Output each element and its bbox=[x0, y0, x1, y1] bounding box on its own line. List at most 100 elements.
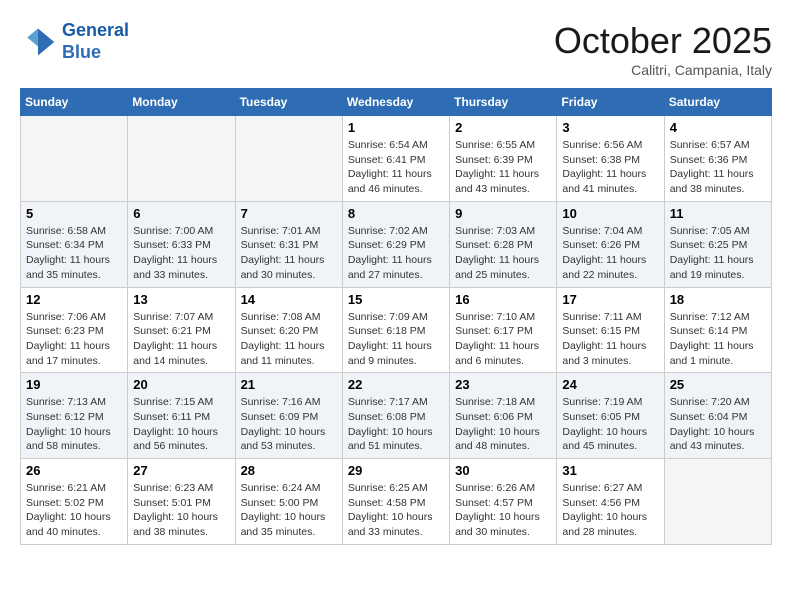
calendar-cell: 11 Sunrise: 7:05 AM Sunset: 6:25 PM Dayli… bbox=[664, 201, 771, 287]
day-number: 11 bbox=[670, 206, 766, 221]
day-number: 10 bbox=[562, 206, 658, 221]
day-number: 17 bbox=[562, 292, 658, 307]
day-info: Sunrise: 6:27 AM Sunset: 4:56 PM Dayligh… bbox=[562, 481, 658, 540]
day-number: 18 bbox=[670, 292, 766, 307]
day-number: 29 bbox=[348, 463, 444, 478]
weekday-header-saturday: Saturday bbox=[664, 89, 771, 116]
day-info: Sunrise: 6:24 AM Sunset: 5:00 PM Dayligh… bbox=[241, 481, 337, 540]
day-info: Sunrise: 6:26 AM Sunset: 4:57 PM Dayligh… bbox=[455, 481, 551, 540]
day-info: Sunrise: 7:20 AM Sunset: 6:04 PM Dayligh… bbox=[670, 395, 766, 454]
calendar-cell: 19 Sunrise: 7:13 AM Sunset: 6:12 PM Dayli… bbox=[21, 373, 128, 459]
calendar-cell: 24 Sunrise: 7:19 AM Sunset: 6:05 PM Dayli… bbox=[557, 373, 664, 459]
calendar-cell bbox=[664, 459, 771, 545]
calendar-week-4: 19 Sunrise: 7:13 AM Sunset: 6:12 PM Dayli… bbox=[21, 373, 772, 459]
calendar-cell: 1Sunrise: 6:54 AM Sunset: 6:41 PM Daylig… bbox=[342, 116, 449, 202]
day-info: Sunrise: 7:09 AM Sunset: 6:18 PM Dayligh… bbox=[348, 310, 444, 369]
logo: General Blue bbox=[20, 20, 129, 63]
day-number: 4 bbox=[670, 120, 766, 135]
calendar-week-3: 12 Sunrise: 7:06 AM Sunset: 6:23 PM Dayli… bbox=[21, 287, 772, 373]
calendar-cell: 23 Sunrise: 7:18 AM Sunset: 6:06 PM Dayli… bbox=[450, 373, 557, 459]
day-number: 20 bbox=[133, 377, 229, 392]
calendar-cell bbox=[235, 116, 342, 202]
day-info: Sunrise: 6:58 AM Sunset: 6:34 PM Dayligh… bbox=[26, 224, 122, 283]
calendar-cell: 7 Sunrise: 7:01 AM Sunset: 6:31 PM Daylig… bbox=[235, 201, 342, 287]
calendar-cell: 21Sunrise: 7:16 AM Sunset: 6:09 PM Dayli… bbox=[235, 373, 342, 459]
day-number: 15 bbox=[348, 292, 444, 307]
calendar-week-1: 1Sunrise: 6:54 AM Sunset: 6:41 PM Daylig… bbox=[21, 116, 772, 202]
calendar-cell: 28 Sunrise: 6:24 AM Sunset: 5:00 PM Dayli… bbox=[235, 459, 342, 545]
calendar-cell: 17 Sunrise: 7:11 AM Sunset: 6:15 PM Dayli… bbox=[557, 287, 664, 373]
weekday-header-friday: Friday bbox=[557, 89, 664, 116]
calendar-cell: 18 Sunrise: 7:12 AM Sunset: 6:14 PM Dayli… bbox=[664, 287, 771, 373]
day-info: Sunrise: 7:15 AM Sunset: 6:11 PM Dayligh… bbox=[133, 395, 229, 454]
day-info: Sunrise: 7:05 AM Sunset: 6:25 PM Dayligh… bbox=[670, 224, 766, 283]
calendar-cell: 6Sunrise: 7:00 AM Sunset: 6:33 PM Daylig… bbox=[128, 201, 235, 287]
calendar-cell: 12 Sunrise: 7:06 AM Sunset: 6:23 PM Dayli… bbox=[21, 287, 128, 373]
calendar-cell: 14 Sunrise: 7:08 AM Sunset: 6:20 PM Dayli… bbox=[235, 287, 342, 373]
calendar-cell: 27Sunrise: 6:23 AM Sunset: 5:01 PM Dayli… bbox=[128, 459, 235, 545]
day-info: Sunrise: 7:16 AM Sunset: 6:09 PM Dayligh… bbox=[241, 395, 337, 454]
page-header: General Blue October 2025 Calitri, Campa… bbox=[20, 20, 772, 78]
day-info: Sunrise: 7:13 AM Sunset: 6:12 PM Dayligh… bbox=[26, 395, 122, 454]
day-info: Sunrise: 6:55 AM Sunset: 6:39 PM Dayligh… bbox=[455, 138, 551, 197]
calendar-cell: 15 Sunrise: 7:09 AM Sunset: 6:18 PM Dayli… bbox=[342, 287, 449, 373]
day-info: Sunrise: 7:18 AM Sunset: 6:06 PM Dayligh… bbox=[455, 395, 551, 454]
weekday-header-tuesday: Tuesday bbox=[235, 89, 342, 116]
calendar-table: SundayMondayTuesdayWednesdayThursdayFrid… bbox=[20, 88, 772, 545]
day-info: Sunrise: 7:12 AM Sunset: 6:14 PM Dayligh… bbox=[670, 310, 766, 369]
calendar-cell: 26Sunrise: 6:21 AM Sunset: 5:02 PM Dayli… bbox=[21, 459, 128, 545]
day-number: 7 bbox=[241, 206, 337, 221]
title-block: October 2025 Calitri, Campania, Italy bbox=[554, 20, 772, 78]
logo-line1: General bbox=[62, 20, 129, 40]
day-number: 9 bbox=[455, 206, 551, 221]
calendar-cell: 5 Sunrise: 6:58 AM Sunset: 6:34 PM Daylig… bbox=[21, 201, 128, 287]
day-number: 5 bbox=[26, 206, 122, 221]
day-info: Sunrise: 7:08 AM Sunset: 6:20 PM Dayligh… bbox=[241, 310, 337, 369]
calendar-cell: 30Sunrise: 6:26 AM Sunset: 4:57 PM Dayli… bbox=[450, 459, 557, 545]
weekday-header-sunday: Sunday bbox=[21, 89, 128, 116]
calendar-cell: 10 Sunrise: 7:04 AM Sunset: 6:26 PM Dayli… bbox=[557, 201, 664, 287]
day-info: Sunrise: 7:01 AM Sunset: 6:31 PM Dayligh… bbox=[241, 224, 337, 283]
day-number: 27 bbox=[133, 463, 229, 478]
calendar-cell: 13 Sunrise: 7:07 AM Sunset: 6:21 PM Dayli… bbox=[128, 287, 235, 373]
day-number: 25 bbox=[670, 377, 766, 392]
day-info: Sunrise: 7:04 AM Sunset: 6:26 PM Dayligh… bbox=[562, 224, 658, 283]
calendar-cell bbox=[21, 116, 128, 202]
day-number: 23 bbox=[455, 377, 551, 392]
calendar-cell: 2 Sunrise: 6:55 AM Sunset: 6:39 PM Daylig… bbox=[450, 116, 557, 202]
calendar-header: SundayMondayTuesdayWednesdayThursdayFrid… bbox=[21, 89, 772, 116]
day-number: 2 bbox=[455, 120, 551, 135]
calendar-cell: 16Sunrise: 7:10 AM Sunset: 6:17 PM Dayli… bbox=[450, 287, 557, 373]
calendar-cell: 3Sunrise: 6:56 AM Sunset: 6:38 PM Daylig… bbox=[557, 116, 664, 202]
day-info: Sunrise: 7:19 AM Sunset: 6:05 PM Dayligh… bbox=[562, 395, 658, 454]
day-number: 8 bbox=[348, 206, 444, 221]
day-info: Sunrise: 6:25 AM Sunset: 4:58 PM Dayligh… bbox=[348, 481, 444, 540]
day-number: 14 bbox=[241, 292, 337, 307]
day-number: 28 bbox=[241, 463, 337, 478]
day-info: Sunrise: 7:11 AM Sunset: 6:15 PM Dayligh… bbox=[562, 310, 658, 369]
day-number: 16 bbox=[455, 292, 551, 307]
location-subtitle: Calitri, Campania, Italy bbox=[554, 62, 772, 78]
weekday-header-row: SundayMondayTuesdayWednesdayThursdayFrid… bbox=[21, 89, 772, 116]
day-number: 6 bbox=[133, 206, 229, 221]
calendar-cell: 29 Sunrise: 6:25 AM Sunset: 4:58 PM Dayli… bbox=[342, 459, 449, 545]
logo-icon bbox=[20, 24, 56, 60]
day-info: Sunrise: 7:06 AM Sunset: 6:23 PM Dayligh… bbox=[26, 310, 122, 369]
day-number: 12 bbox=[26, 292, 122, 307]
day-info: Sunrise: 6:57 AM Sunset: 6:36 PM Dayligh… bbox=[670, 138, 766, 197]
day-number: 1 bbox=[348, 120, 444, 135]
day-info: Sunrise: 7:02 AM Sunset: 6:29 PM Dayligh… bbox=[348, 224, 444, 283]
day-number: 26 bbox=[26, 463, 122, 478]
calendar-cell: 9Sunrise: 7:03 AM Sunset: 6:28 PM Daylig… bbox=[450, 201, 557, 287]
calendar-body: 1Sunrise: 6:54 AM Sunset: 6:41 PM Daylig… bbox=[21, 116, 772, 545]
day-number: 24 bbox=[562, 377, 658, 392]
day-info: Sunrise: 7:07 AM Sunset: 6:21 PM Dayligh… bbox=[133, 310, 229, 369]
day-number: 13 bbox=[133, 292, 229, 307]
calendar-week-5: 26Sunrise: 6:21 AM Sunset: 5:02 PM Dayli… bbox=[21, 459, 772, 545]
day-number: 19 bbox=[26, 377, 122, 392]
weekday-header-thursday: Thursday bbox=[450, 89, 557, 116]
calendar-cell: 31 Sunrise: 6:27 AM Sunset: 4:56 PM Dayli… bbox=[557, 459, 664, 545]
weekday-header-monday: Monday bbox=[128, 89, 235, 116]
calendar-cell: 25 Sunrise: 7:20 AM Sunset: 6:04 PM Dayli… bbox=[664, 373, 771, 459]
day-number: 31 bbox=[562, 463, 658, 478]
